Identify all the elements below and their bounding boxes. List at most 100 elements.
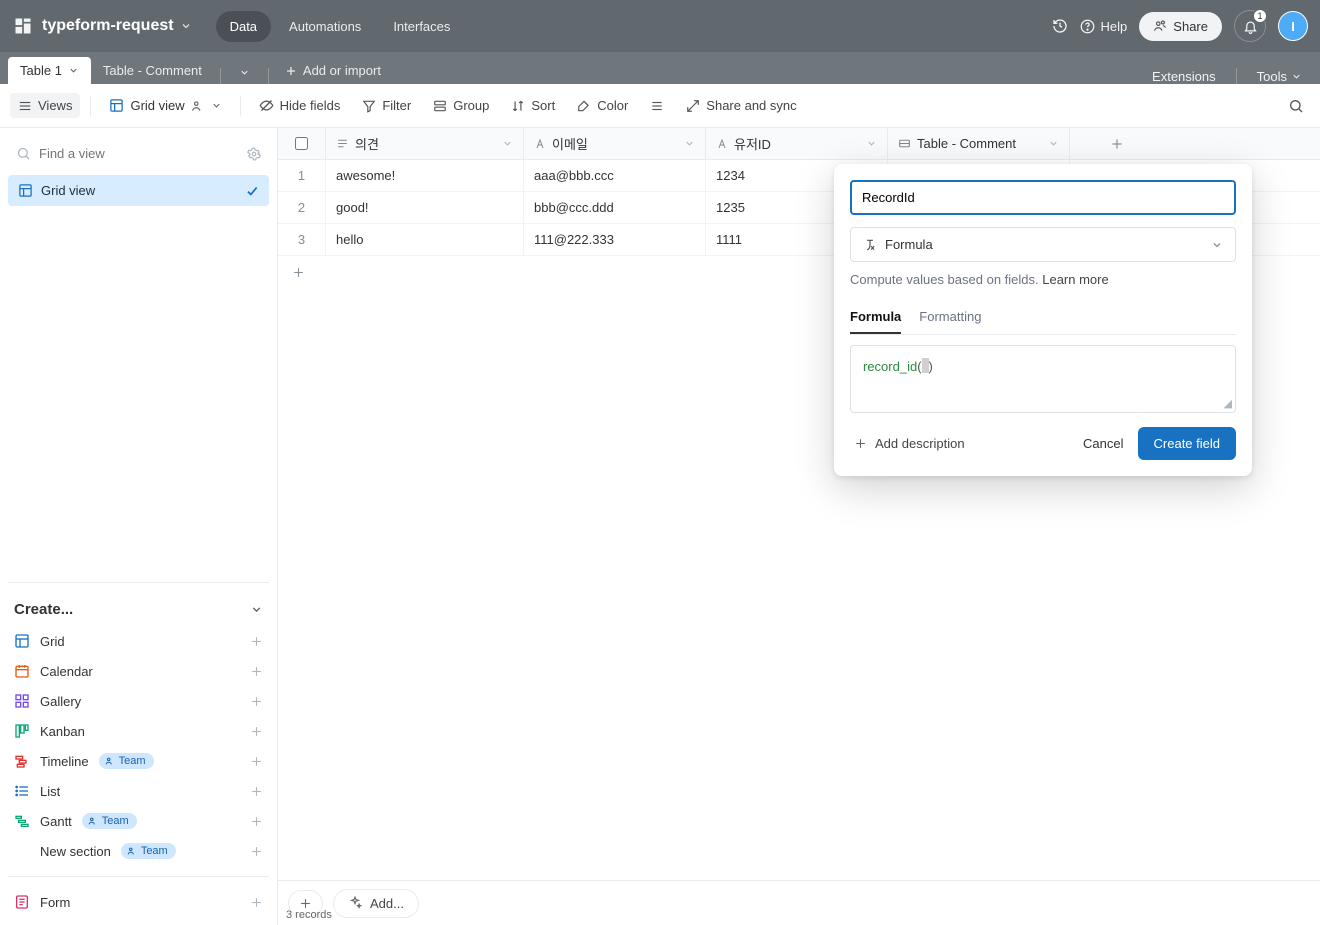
cell[interactable]: 111@222.333 — [524, 224, 706, 255]
tab-automations[interactable]: Automations — [275, 11, 375, 42]
text-icon — [534, 138, 546, 150]
plus-icon — [250, 755, 263, 768]
cancel-button[interactable]: Cancel — [1069, 428, 1137, 459]
extensions-button[interactable]: Extensions — [1152, 69, 1216, 84]
cell[interactable]: awesome! — [326, 160, 524, 191]
current-view-chip[interactable]: Grid view — [101, 93, 229, 118]
field-type-select[interactable]: Formula — [850, 227, 1236, 262]
views-toggle-button[interactable]: Views — [10, 93, 80, 118]
col2-label: 이메일 — [552, 134, 588, 153]
learn-more-link[interactable]: Learn more — [1042, 272, 1108, 287]
group-label: Group — [453, 98, 489, 113]
table-tab-secondary[interactable]: Table - Comment — [91, 57, 214, 84]
plus-icon — [250, 725, 263, 738]
chevron-down-icon[interactable] — [866, 138, 877, 149]
row-height-button[interactable] — [642, 94, 672, 118]
tab-interfaces[interactable]: Interfaces — [379, 11, 464, 42]
top-nav-tabs: Data Automations Interfaces — [216, 11, 465, 42]
add-description-button[interactable]: Add description — [850, 430, 969, 457]
column-header-1[interactable]: 의견 — [326, 128, 524, 159]
right-tab-tools: Extensions Tools — [1142, 68, 1312, 84]
history-icon[interactable] — [1052, 18, 1068, 34]
sort-button[interactable]: Sort — [503, 93, 563, 118]
app-logo-icon[interactable] — [12, 15, 34, 37]
select-all-checkbox[interactable] — [278, 128, 326, 159]
base-name-dropdown[interactable]: typeform-request — [42, 17, 192, 35]
sort-label: Sort — [531, 98, 555, 113]
create-view-timeline[interactable]: TimelineTeam — [8, 746, 269, 776]
search-button[interactable] — [1282, 92, 1310, 120]
team-badge: Team — [99, 753, 154, 769]
share-button[interactable]: Share — [1139, 12, 1222, 41]
cell[interactable]: aaa@bbb.ccc — [524, 160, 706, 191]
help-button[interactable]: Help — [1080, 19, 1128, 34]
add-or-import-button[interactable]: Add or import — [275, 57, 391, 84]
team-badge: Team — [82, 813, 137, 829]
footer-add-menu[interactable]: Add... — [333, 889, 419, 918]
cell[interactable]: hello — [326, 224, 524, 255]
create-view-form[interactable]: Form — [8, 887, 269, 917]
row-number: 2 — [278, 192, 326, 223]
avatar[interactable]: I — [1278, 11, 1308, 41]
desc-text: Compute values based on fields. — [850, 272, 1042, 287]
create-view-calendar[interactable]: Calendar — [8, 656, 269, 686]
chevron-down-icon[interactable] — [502, 138, 513, 149]
create-item-label: Calendar — [40, 664, 93, 679]
table-tab-active[interactable]: Table 1 — [8, 57, 91, 84]
settings-icon[interactable] — [247, 147, 261, 161]
add-column-button[interactable] — [1070, 128, 1164, 159]
notification-badge: 1 — [1253, 9, 1267, 23]
create-label: Create... — [14, 601, 73, 618]
create-view-list[interactable]: List — [8, 776, 269, 806]
grid-header: 의견 이메일 유저ID Table - Comment — [278, 128, 1320, 160]
base-name-text: typeform-request — [42, 17, 174, 35]
table-tab-label: Table 1 — [20, 63, 62, 78]
field-name-input[interactable] — [850, 180, 1236, 215]
chevron-down-icon[interactable] — [684, 138, 695, 149]
column-header-3[interactable]: 유저ID — [706, 128, 888, 159]
team-badge: Team — [121, 843, 176, 859]
find-view-search[interactable] — [8, 136, 269, 171]
chevron-down-icon[interactable] — [1048, 138, 1059, 149]
create-item-label: Kanban — [40, 724, 85, 739]
table-tab-chevron[interactable] — [227, 61, 262, 84]
col4-label: Table - Comment — [917, 136, 1016, 151]
notifications-button[interactable]: 1 — [1234, 10, 1266, 42]
footer-add-label: Add... — [370, 896, 404, 911]
create-section-toggle[interactable]: Create... — [8, 593, 269, 626]
color-button[interactable]: Color — [569, 93, 636, 118]
records-count: 3 records — [286, 909, 332, 921]
tab-data[interactable]: Data — [216, 11, 271, 42]
views-label: Views — [38, 98, 72, 113]
tab-formatting[interactable]: Formatting — [919, 301, 981, 334]
filter-button[interactable]: Filter — [354, 93, 419, 118]
hide-fields-button[interactable]: Hide fields — [251, 93, 349, 118]
column-header-4[interactable]: Table - Comment — [888, 128, 1070, 159]
table-tab2-label: Table - Comment — [103, 63, 202, 78]
create-view-new-section[interactable]: New section Team — [8, 836, 269, 866]
create-item-label: Form — [40, 895, 70, 910]
create-field-button[interactable]: Create field — [1138, 427, 1236, 460]
text-type-icon — [336, 137, 349, 150]
sidebar-view-label: Grid view — [41, 183, 95, 198]
tools-button[interactable]: Tools — [1257, 69, 1302, 84]
cell[interactable]: good! — [326, 192, 524, 223]
column-header-2[interactable]: 이메일 — [524, 128, 706, 159]
group-button[interactable]: Group — [425, 93, 497, 118]
cell[interactable]: bbb@ccc.ddd — [524, 192, 706, 223]
text-icon — [716, 138, 728, 150]
top-right-actions: Help Share 1 I — [1052, 10, 1308, 42]
sidebar-view-item[interactable]: Grid view — [8, 175, 269, 206]
tab-formula[interactable]: Formula — [850, 301, 901, 334]
kanban-icon — [14, 723, 30, 739]
create-view-gantt[interactable]: GanttTeam — [8, 806, 269, 836]
create-view-gallery[interactable]: Gallery — [8, 686, 269, 716]
formula-function: record_id — [863, 359, 917, 374]
create-view-kanban[interactable]: Kanban — [8, 716, 269, 746]
create-view-grid[interactable]: Grid — [8, 626, 269, 656]
formula-editor[interactable]: record_id() ◢ — [850, 345, 1236, 413]
share-sync-button[interactable]: Share and sync — [678, 93, 804, 118]
find-view-input[interactable] — [39, 146, 239, 161]
resize-handle-icon[interactable]: ◢ — [1224, 397, 1232, 410]
create-item-label: New section — [40, 844, 111, 859]
